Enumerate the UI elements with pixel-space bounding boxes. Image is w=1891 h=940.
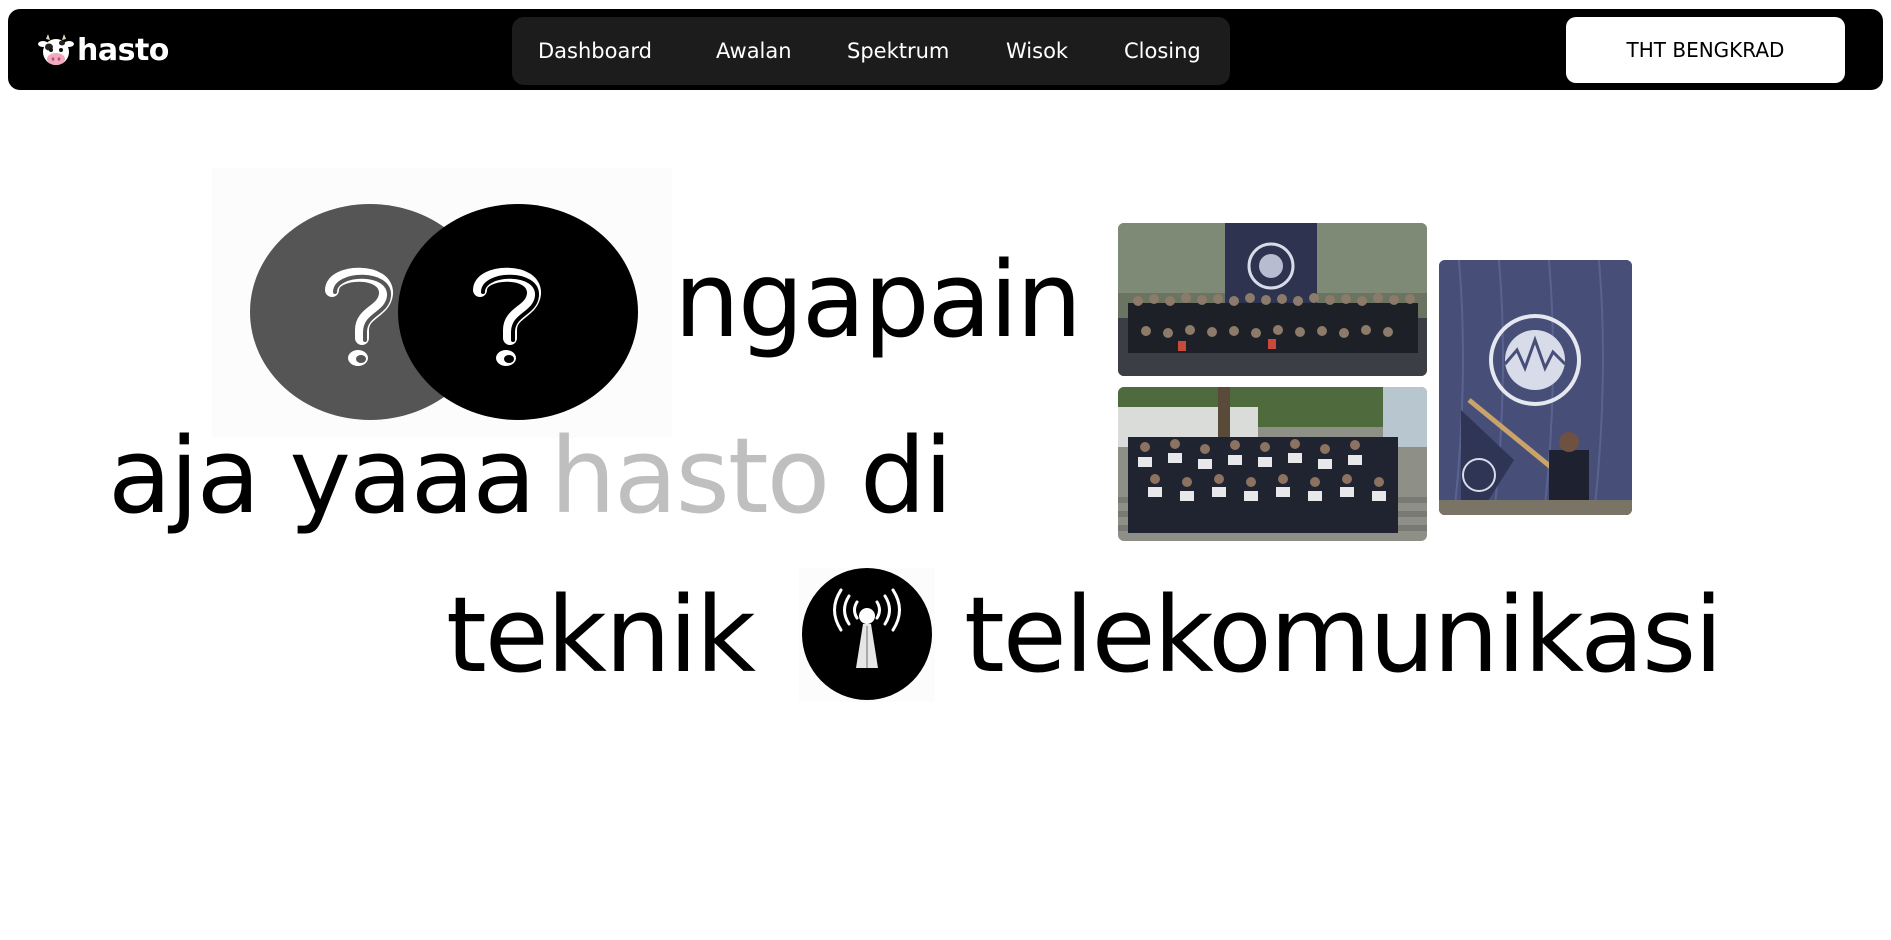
flag-photo [1439,260,1632,515]
nav-link-awalan[interactable]: Awalan [716,17,792,85]
nav-link-wisok[interactable]: Wisok [1006,17,1068,85]
group-photo-stairs [1118,387,1427,541]
hero-word-ngapain: ngapain [674,239,1082,361]
hero-word-aja-yaaa: aja yaaa [108,415,536,537]
question-mark-icon [212,168,672,438]
hero-word-hasto: hasto [550,415,830,537]
brand-logo[interactable]: hasto [36,31,169,71]
cow-icon [38,34,74,65]
nav-link-closing[interactable]: Closing [1124,17,1201,85]
brand-name: hasto [77,33,169,68]
group-photo-banner [1118,223,1427,376]
nav-link-spektrum[interactable]: Spektrum [847,17,949,85]
main-nav: Dashboard Awalan Spektrum Wisok Closing [512,17,1230,85]
antenna-icon [799,568,935,702]
question-glyph-icon [473,267,541,366]
tht-bengkrad-button[interactable]: THT BENGKRAD [1566,17,1845,83]
hero-word-di: di [860,415,953,537]
hero-word-teknik: teknik [446,574,756,696]
question-circle-black [398,204,638,420]
navbar: hasto Dashboard Awalan Spektrum Wisok Cl… [8,9,1883,90]
nav-link-dashboard[interactable]: Dashboard [538,17,652,85]
hero-word-telekomunikasi: telekomunikasi [964,574,1723,696]
question-glyph-icon [325,267,393,366]
antenna-glyph-icon [833,588,901,668]
